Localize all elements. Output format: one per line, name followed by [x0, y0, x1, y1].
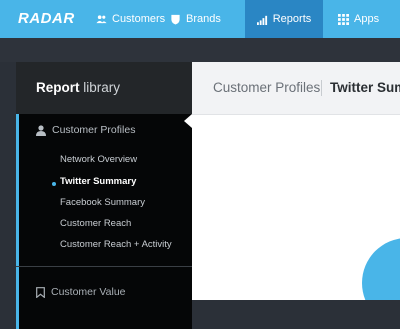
report-twitter-summary[interactable]: Twitter Summary — [60, 176, 136, 187]
group-customer-profiles-label: Customer Profiles — [52, 124, 136, 136]
sidebar-divider — [16, 266, 192, 267]
report-main-panel: Customer Profiles Twitter Summary — [192, 62, 400, 300]
report-customer-reach-activity[interactable]: Customer Reach + Activity — [60, 239, 172, 250]
chart-circle — [362, 238, 400, 300]
radar-logo[interactable]: RADAR — [18, 10, 75, 27]
report-network-overview[interactable]: Network Overview — [60, 154, 137, 165]
group-customer-profiles[interactable]: Customer Profiles — [36, 124, 135, 136]
nav-customers[interactable]: Customers — [88, 0, 173, 38]
shield-icon — [171, 14, 180, 25]
grid-icon — [338, 13, 349, 25]
sidebar-title-bold: Report — [36, 80, 80, 95]
active-group-indicator — [16, 114, 19, 329]
report-library-sidebar: Report library Customer Profiles Network… — [16, 62, 192, 329]
nav-brands[interactable]: Brands — [162, 0, 229, 38]
report-customer-reach[interactable]: Customer Reach — [60, 218, 131, 229]
nav-brands-label: Brands — [186, 13, 221, 25]
nav-customers-label: Customers — [112, 13, 166, 25]
breadcrumb-current: Twitter Summary — [330, 80, 400, 95]
nav-reports-label: Reports — [272, 13, 312, 25]
top-navigation-bar: RADAR Customers Brands Reports Apps — [0, 0, 400, 38]
nav-reports[interactable]: Reports — [245, 0, 323, 38]
group-customer-value[interactable]: Customer Value — [36, 286, 126, 298]
nav-apps-label: Apps — [354, 13, 380, 25]
sidebar-header: Report library — [16, 62, 192, 115]
breadcrumb: Customer Profiles Twitter Summary — [192, 62, 400, 115]
sidebar-title: Report library — [36, 80, 120, 95]
sub-toolbar — [0, 38, 400, 62]
report-facebook-summary[interactable]: Facebook Summary — [60, 197, 145, 208]
users-icon — [96, 14, 107, 23]
nav-apps[interactable]: Apps — [330, 0, 387, 38]
bookmark-icon — [36, 286, 45, 298]
selected-dot-icon — [52, 182, 56, 186]
sidebar-title-light: library — [79, 80, 121, 95]
bars-icon — [256, 15, 267, 25]
breadcrumb-separator — [321, 80, 322, 96]
person-icon — [36, 124, 46, 136]
selection-pointer-icon — [184, 114, 192, 128]
breadcrumb-customer-profiles[interactable]: Customer Profiles — [213, 80, 320, 95]
group-customer-value-label: Customer Value — [51, 286, 126, 298]
